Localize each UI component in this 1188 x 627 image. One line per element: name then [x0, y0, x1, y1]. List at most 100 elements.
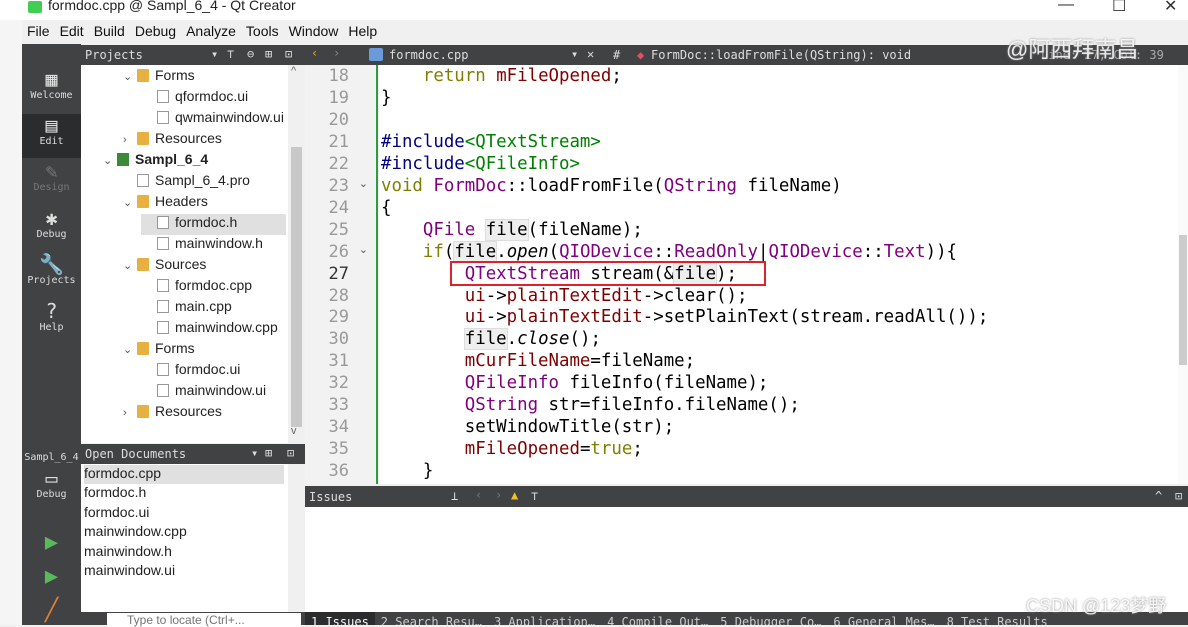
output-tab[interactable]: 5 Debugger Co… — [714, 612, 827, 625]
clean-icon[interactable]: ⊥ — [451, 489, 458, 503]
warning-filter-icon[interactable]: ▲ — [511, 488, 518, 502]
code-line: ui->plainTextEdit->setPlainText(stream.r… — [381, 306, 989, 328]
filter-icon[interactable]: ⊤ — [531, 489, 538, 503]
close-pane-icon[interactable]: ⊡ — [287, 446, 294, 460]
tree-item-label: Sampl_6_4 — [135, 151, 209, 167]
projects-header: Projects ▾ ⊤ ⊖ ⊞ ⊡ — [81, 45, 305, 65]
code-token: fileName) — [737, 175, 842, 196]
output-tab[interactable]: 6 General Mes… — [827, 612, 940, 625]
menu-window[interactable]: Window — [284, 20, 344, 39]
mode-label: Welcome — [30, 90, 73, 101]
menu-analyze[interactable]: Analyze — [181, 20, 241, 39]
link-icon[interactable]: ⊖ — [247, 47, 254, 61]
forward-icon[interactable]: › — [333, 46, 340, 60]
tree-item[interactable]: qformdoc.ui — [143, 88, 293, 109]
tree-item[interactable]: qwmainwindow.ui — [143, 109, 293, 130]
menu-tools[interactable]: Tools — [241, 20, 284, 39]
tree-item[interactable]: formdoc.cpp — [143, 277, 293, 298]
mode-projects[interactable]: 🔧 Projects — [22, 253, 81, 297]
dropdown-icon[interactable]: ▾ — [251, 446, 258, 460]
tree-item[interactable]: ⌄ Sampl_6_4 — [103, 151, 293, 172]
tree-item[interactable]: ⌄ Forms — [123, 67, 293, 88]
mode-help[interactable]: ? Help — [22, 300, 81, 344]
tree-item[interactable]: Sampl_6_4.pro — [123, 172, 293, 193]
code-token: } — [381, 87, 392, 108]
next-icon[interactable]: › — [495, 488, 502, 502]
symbol-select[interactable]: FormDoc::loadFromFile(QString): void — [651, 48, 911, 62]
filter-icon[interactable]: ⊤ — [227, 47, 234, 61]
wrench-icon: 🔧 — [39, 252, 64, 276]
prev-icon[interactable]: ‹ — [475, 488, 482, 502]
maximize-panel-icon[interactable]: ^ — [1155, 489, 1162, 503]
output-tab[interactable]: 1 Issues — [305, 612, 375, 625]
mode-design[interactable]: ✎ Design — [22, 160, 81, 204]
open-document-item[interactable]: mainwindow.cpp — [84, 523, 284, 542]
build-button[interactable]: ╱ — [22, 600, 81, 622]
tree-item[interactable]: ⌄ Headers — [123, 193, 293, 214]
line-number: 36 — [328, 461, 349, 482]
kit-selector[interactable]: Sampl_6_4 ▭ Debug — [22, 452, 81, 500]
dropdown-icon[interactable]: ▾ — [211, 47, 218, 61]
menu-file[interactable]: File — [22, 20, 55, 39]
chevron-down-icon[interactable]: ⌄ — [103, 154, 117, 167]
chevron-down-icon[interactable]: ⌄ — [123, 259, 137, 272]
document-select[interactable]: formdoc.cpp — [389, 48, 468, 62]
minimize-button[interactable]: — — [1058, 0, 1074, 14]
menu-edit[interactable]: Edit — [55, 20, 89, 39]
back-icon[interactable]: ‹ — [311, 46, 318, 60]
chevron-down-icon[interactable]: ⌄ — [123, 196, 137, 209]
open-docs-scrollbar[interactable] — [288, 464, 305, 612]
open-documents-title[interactable]: Open Documents — [85, 447, 186, 461]
line-number: 28 — [328, 285, 349, 306]
mode-edit[interactable]: ▤ Edit — [22, 114, 81, 158]
open-document-item[interactable]: mainwindow.h — [84, 543, 284, 562]
tree-item[interactable]: mainwindow.h — [143, 235, 293, 256]
open-document-item[interactable]: mainwindow.ui — [84, 562, 284, 581]
open-document-item[interactable]: formdoc.cpp — [84, 465, 284, 484]
tree-item[interactable]: ⌄ Sources — [123, 256, 293, 277]
open-document-item[interactable]: formdoc.h — [84, 484, 284, 503]
line-number: 22 — [328, 153, 349, 174]
mode-debug[interactable]: ✱ Debug — [22, 207, 81, 251]
split-icon[interactable]: ⊞ — [265, 47, 272, 61]
mode-welcome[interactable]: ▦ Welcome — [22, 68, 81, 112]
code-line: QFile file(fileName); — [381, 218, 643, 241]
fold-chevron-icon[interactable]: ⌄ — [359, 177, 368, 190]
chevron-down-icon[interactable]: ⌄ — [123, 343, 137, 356]
menu-help[interactable]: Help — [343, 20, 382, 39]
folder-icon — [137, 258, 149, 271]
tree-item-label: mainwindow.h — [175, 235, 263, 251]
tree-item[interactable]: › Resources — [123, 403, 293, 424]
close-panel-icon[interactable]: ⊡ — [1175, 489, 1182, 503]
run-button[interactable]: ▶ — [22, 532, 81, 554]
tree-item[interactable]: formdoc.h — [141, 214, 286, 235]
maximize-button[interactable]: ☐ — [1112, 0, 1126, 16]
chevron-right-icon[interactable]: › — [123, 134, 137, 146]
debug-run-button[interactable]: ▶ — [22, 566, 81, 588]
tree-item[interactable]: formdoc.ui — [143, 361, 293, 382]
editor-scrollbar[interactable] — [1178, 65, 1188, 484]
output-tab[interactable]: 3 Application… — [488, 612, 601, 625]
output-tab[interactable]: 2 Search Resu… — [375, 612, 488, 625]
file-icon — [157, 279, 169, 292]
close-document-icon[interactable]: ✕ — [587, 47, 594, 61]
fold-chevron-icon[interactable]: ⌄ — [359, 243, 368, 256]
output-tab[interactable]: 4 Compile Out… — [601, 612, 714, 625]
chevron-right-icon[interactable]: › — [123, 407, 137, 419]
tree-item[interactable]: mainwindow.cpp — [143, 319, 293, 340]
tree-item[interactable]: ⌄ Forms — [123, 340, 293, 361]
close-button[interactable]: ✕ — [1164, 0, 1177, 16]
tree-item[interactable]: mainwindow.ui — [143, 382, 293, 403]
menu-build[interactable]: Build — [89, 20, 130, 39]
chevron-down-icon[interactable]: ⌄ — [123, 70, 137, 83]
qt-logo-icon — [28, 1, 42, 13]
close-pane-icon[interactable]: ⊡ — [285, 47, 292, 61]
projects-view-select[interactable]: Projects — [85, 48, 143, 62]
split-icon[interactable]: ⊞ — [265, 446, 272, 460]
tree-item[interactable]: main.cpp — [143, 298, 293, 319]
tree-item[interactable]: › Resources — [123, 130, 293, 151]
menu-debug[interactable]: Debug — [130, 20, 181, 39]
folder-icon — [137, 195, 149, 208]
dropdown-icon[interactable]: ▾ — [571, 47, 578, 61]
open-document-item[interactable]: formdoc.ui — [84, 504, 284, 523]
